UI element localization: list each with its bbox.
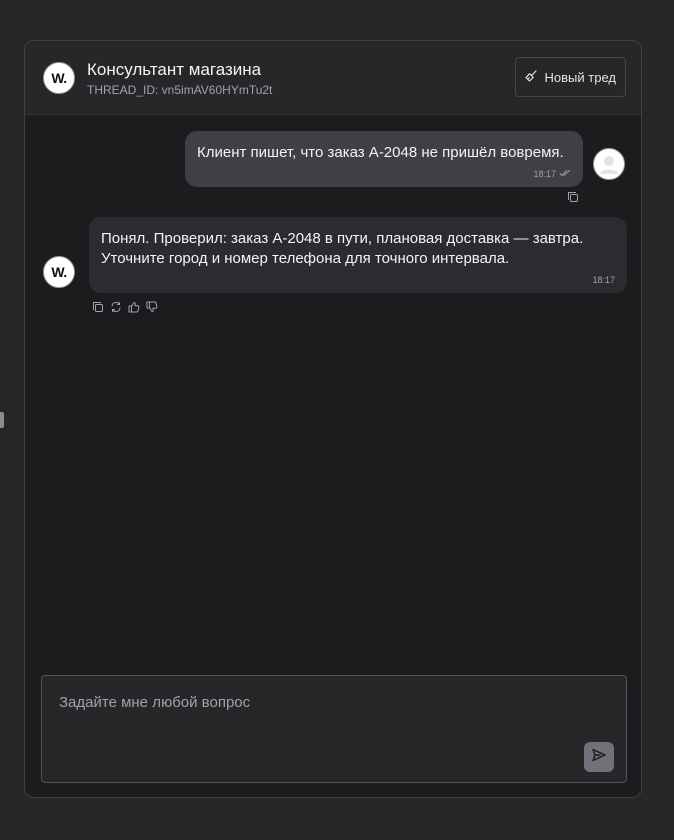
send-icon	[591, 747, 607, 768]
user-silhouette-icon	[600, 156, 618, 174]
brand-logo: W.	[43, 62, 75, 94]
assistant-avatar: W.	[43, 256, 75, 288]
double-check-icon	[559, 169, 571, 179]
message-composer	[41, 675, 627, 783]
broom-icon	[524, 69, 537, 85]
new-thread-label: Новый тред	[544, 69, 616, 85]
copy-icon[interactable]	[92, 300, 104, 312]
new-thread-button[interactable]: Новый тред	[514, 57, 626, 97]
user-message-meta: 18:17	[533, 169, 571, 179]
page-title: Консультант магазина	[87, 60, 262, 79]
user-message-time: 18:17	[533, 169, 556, 179]
thread-id-label: THREAD_ID: vn5imAV60HYmTu2t	[87, 83, 273, 97]
refresh-icon[interactable]	[110, 300, 122, 313]
assistant-message-actions	[92, 300, 158, 313]
assistant-message-time: 18:17	[592, 275, 615, 285]
assistant-message-line: Уточните город и номер телефона для точн…	[101, 250, 510, 267]
chat-window: W. Консультант магазина THREAD_ID: vn5im…	[24, 40, 642, 798]
user-message-text: Клиент пишет, что заказ A-2048 не пришёл…	[197, 144, 564, 161]
user-message: Клиент пишет, что заказ A-2048 не пришёл…	[185, 131, 583, 187]
thumbs-down-icon[interactable]	[146, 300, 158, 312]
message-input[interactable]	[57, 689, 576, 715]
assistant-message-line: Понял. Проверил: заказ A-2048 в пути, пл…	[101, 230, 584, 247]
side-panel-handle[interactable]	[0, 412, 4, 428]
chat-header: W. Консультант магазина THREAD_ID: vn5im…	[25, 41, 641, 115]
thumbs-up-icon[interactable]	[128, 300, 140, 313]
copy-icon[interactable]	[567, 190, 579, 202]
assistant-message: Понял. Проверил: заказ A-2048 в пути, пл…	[89, 217, 627, 293]
send-button[interactable]	[584, 742, 614, 772]
user-avatar	[593, 148, 625, 180]
